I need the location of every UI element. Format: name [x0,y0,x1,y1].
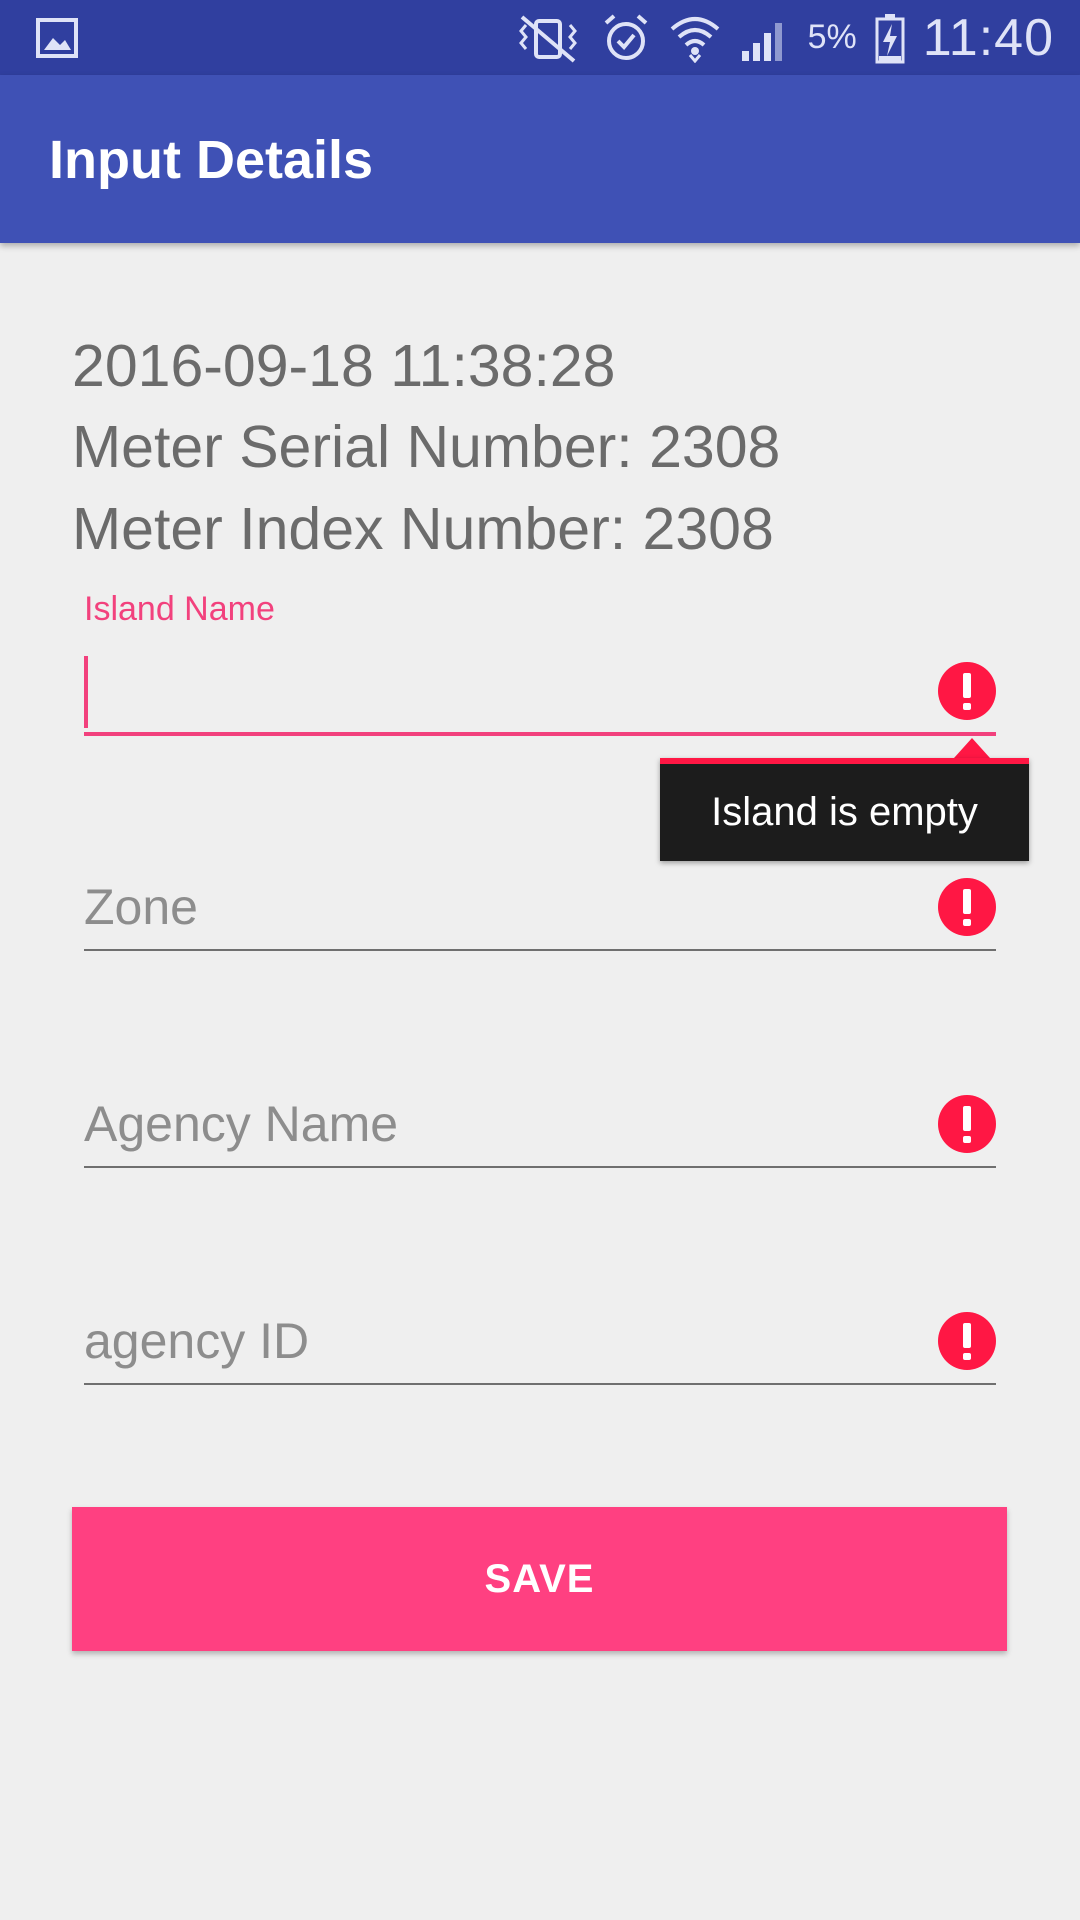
zone-underline [84,949,996,951]
clock: 11:40 [922,8,1054,67]
meter-serial-number: Meter Serial Number: 2308 [72,414,781,480]
signal-icon [740,13,790,63]
alarm-icon [602,13,650,63]
zone-field[interactable]: Zone [84,870,996,955]
agency-id-underline [84,1383,996,1385]
battery-charging-icon [875,12,905,64]
app-bar: Input Details [0,75,1080,243]
tooltip-arrow [954,738,990,758]
error-icon[interactable] [938,878,996,936]
error-icon[interactable] [938,1095,996,1153]
error-icon[interactable] [938,662,996,720]
error-tooltip: Island is empty [660,758,1029,861]
text-cursor [84,656,88,728]
agency-name-field[interactable]: Agency Name [84,1087,996,1172]
status-bar: 5% 11:40 [0,0,1080,75]
gallery-icon [36,18,78,58]
reading-datetime: 2016-09-18 11:38:28 [72,333,616,399]
error-icon[interactable] [938,1312,996,1370]
vibrate-icon [512,13,584,63]
agency-id-field[interactable]: agency ID [84,1304,996,1389]
page-title: Input Details [49,130,374,190]
wifi-icon [668,13,722,63]
save-button[interactable]: SAVE [72,1507,1007,1651]
battery-percent: 5% [807,18,857,56]
agency-name-underline [84,1166,996,1168]
agency-name-placeholder: Agency Name [84,1096,399,1152]
meter-index-number: Meter Index Number: 2308 [72,496,774,562]
island-name-field[interactable]: Island Name [84,590,996,740]
island-name-underline [84,732,996,736]
island-name-label: Island Name [84,590,275,628]
zone-placeholder: Zone [84,879,198,935]
agency-id-placeholder: agency ID [84,1313,310,1369]
